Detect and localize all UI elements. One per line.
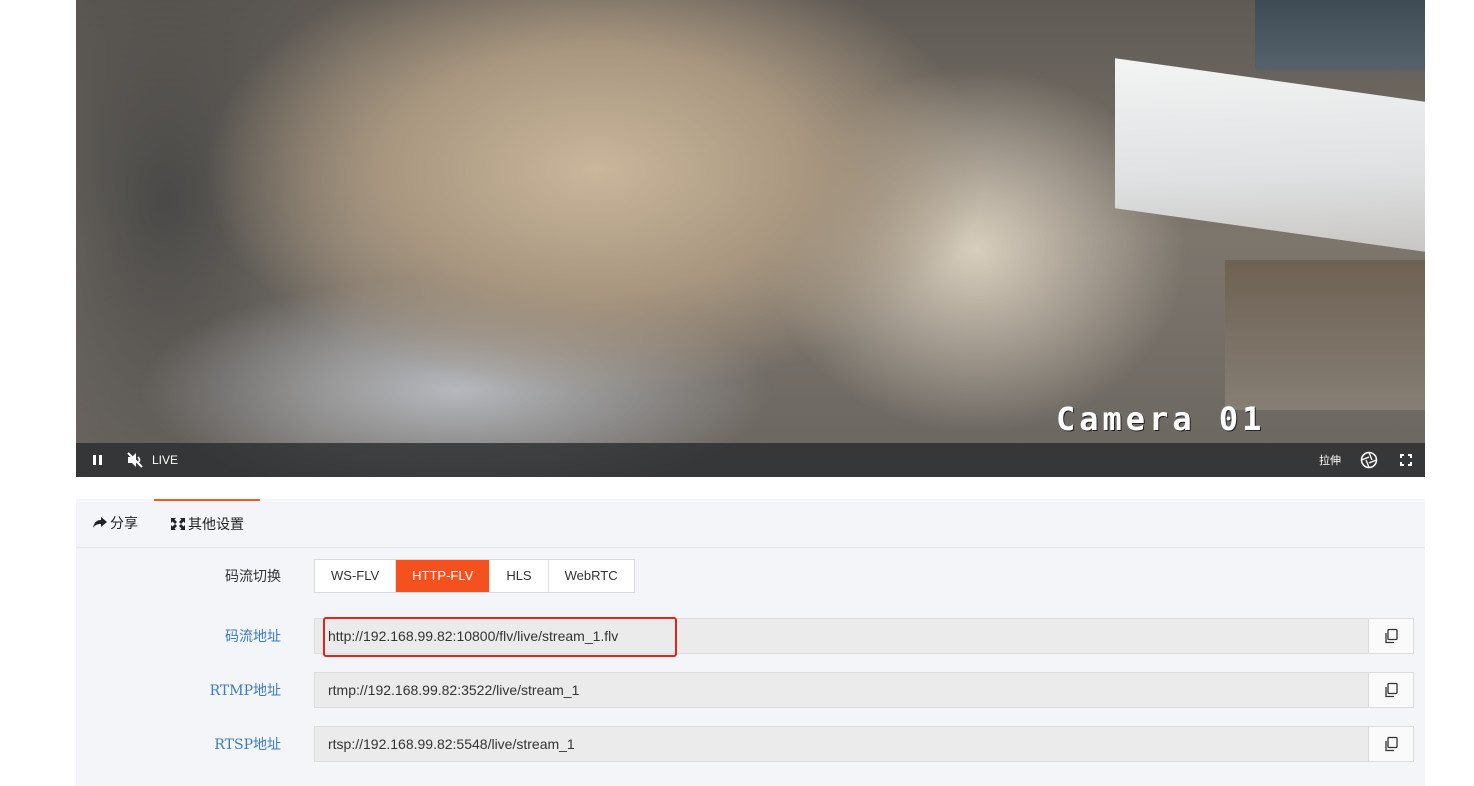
video-player[interactable]: Camera 01 LIVE 拉伸 (76, 0, 1425, 477)
stream-url-row: 码流地址 http://192.168.99.82:10800/flv/live… (76, 617, 1425, 657)
copy-rtsp-url-button[interactable] (1368, 727, 1413, 761)
stream-switch-row: 码流切换 WS-FLV HTTP-FLV HLS WebRTC (76, 559, 1425, 593)
camera-osd-label: Camera 01 (1056, 400, 1266, 438)
stream-type-selector: WS-FLV HTTP-FLV HLS WebRTC (314, 559, 635, 593)
player-control-bar: LIVE 拉伸 (76, 443, 1425, 477)
rtmp-url-field[interactable]: rtmp://192.168.99.82:3522/live/stream_1 (314, 672, 1414, 708)
stream-url-field[interactable]: http://192.168.99.82:10800/flv/live/stre… (314, 618, 1414, 654)
tab-label: 其他设置 (188, 517, 244, 533)
stream-option-webrtc[interactable]: WebRTC (548, 560, 634, 592)
stream-option-ws-flv[interactable]: WS-FLV (315, 560, 397, 592)
rtsp-url-value[interactable]: rtsp://192.168.99.82:5548/live/stream_1 (315, 736, 1368, 752)
stretch-button[interactable]: 拉伸 (1319, 452, 1341, 468)
live-indicator: LIVE (152, 453, 179, 467)
rtmp-url-value[interactable]: rtmp://192.168.99.82:3522/live/stream_1 (315, 682, 1368, 698)
rtsp-url-field[interactable]: rtsp://192.168.99.82:5548/live/stream_1 (314, 726, 1414, 762)
rtmp-url-row: RTMP地址 rtmp://192.168.99.82:3522/live/st… (76, 671, 1425, 709)
rtsp-url-label: RTSP地址 (214, 737, 281, 753)
pause-icon[interactable] (90, 452, 106, 468)
video-frame-detail (1255, 0, 1425, 70)
stream-option-http-flv[interactable]: HTTP-FLV (396, 560, 491, 592)
stream-url-value[interactable]: http://192.168.99.82:10800/flv/live/stre… (315, 628, 1368, 644)
share-icon (92, 516, 108, 530)
copy-icon (1385, 736, 1398, 752)
fullscreen-icon[interactable] (1399, 453, 1413, 467)
copy-icon (1385, 682, 1398, 698)
rtsp-url-row: RTSP地址 rtsp://192.168.99.82:5548/live/st… (76, 725, 1425, 763)
video-frame-detail (1225, 260, 1425, 410)
stream-option-hls[interactable]: HLS (490, 560, 549, 592)
copy-stream-url-button[interactable] (1368, 619, 1413, 653)
tab-label: 分享 (110, 516, 138, 532)
settings-panel: 分享 其他设置 码流切换 WS-FLV HTTP-FLV HLS WebRTC … (76, 499, 1425, 786)
tab-bar: 分享 其他设置 (76, 499, 1425, 548)
tab-other-settings[interactable]: 其他设置 (154, 499, 260, 547)
stream-url-label: 码流地址 (225, 629, 281, 645)
mute-icon[interactable] (126, 452, 144, 468)
copy-rtmp-url-button[interactable] (1368, 673, 1413, 707)
stream-switch-label: 码流切换 (225, 569, 281, 585)
expand-icon (170, 517, 186, 531)
rtmp-url-label: RTMP地址 (209, 683, 281, 699)
snapshot-icon[interactable] (1359, 450, 1379, 470)
tab-share[interactable]: 分享 (76, 499, 154, 547)
copy-icon (1385, 628, 1398, 644)
